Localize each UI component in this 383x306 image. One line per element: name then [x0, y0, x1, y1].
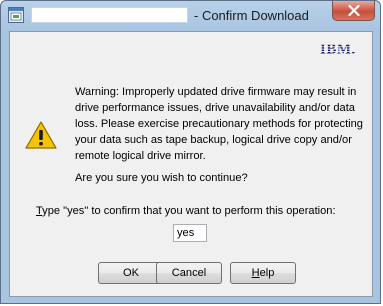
close-icon — [347, 5, 360, 16]
ibm-logo: IBM. — [320, 42, 356, 57]
dialog-content: IBM. Warning: Improperly updated drive f… — [9, 31, 373, 297]
confirm-question: Are you sure you wish to continue? — [75, 172, 248, 184]
confirm-text-field[interactable] — [173, 224, 207, 242]
cancel-button[interactable]: Cancel — [156, 262, 222, 284]
warning-message: Warning: Improperly updated drive firmwa… — [75, 84, 363, 164]
warning-triangle-icon — [24, 120, 58, 150]
title-redacted-box — [31, 7, 188, 23]
confirm-prompt: Type "yes" to confirm that you want to p… — [36, 205, 336, 217]
help-button[interactable]: Help — [230, 262, 296, 284]
title-bar[interactable]: - Confirm Download — [1, 1, 380, 31]
help-mnemonic: H — [251, 267, 260, 279]
prompt-text: ype "yes" to confirm that you want to pe… — [42, 205, 336, 217]
dialog-window: - Confirm Download IBM. Warning: Imprope… — [0, 0, 381, 304]
help-label: elp — [259, 267, 275, 279]
ok-button[interactable]: OK — [98, 262, 164, 284]
warning-text: Warning: Improperly updated drive firmwa… — [75, 86, 363, 162]
window-title: - Confirm Download — [194, 8, 309, 23]
svg-text:IBM.: IBM. — [320, 42, 356, 57]
app-window-icon[interactable] — [8, 7, 24, 23]
close-button[interactable] — [332, 1, 375, 21]
